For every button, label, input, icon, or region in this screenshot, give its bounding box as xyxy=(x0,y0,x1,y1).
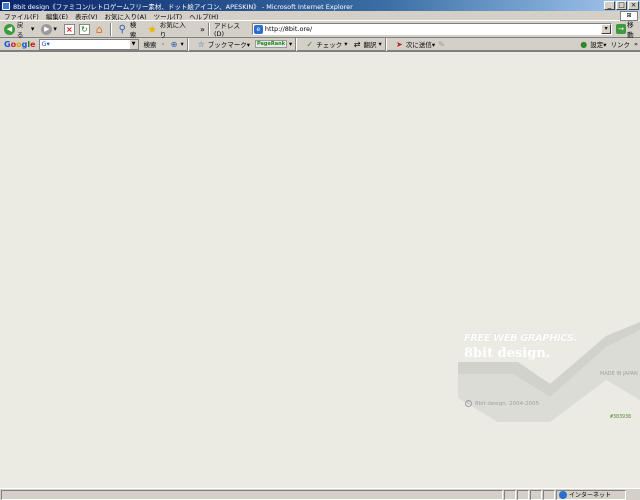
zone-label: インターネット xyxy=(569,492,612,499)
translate-button[interactable]: ⇄ 翻訳 ▾ xyxy=(353,39,382,50)
google-logo[interactable]: Google xyxy=(4,40,36,49)
favorites-label: お気に入り xyxy=(159,21,186,39)
google-options-dropdown-icon[interactable]: ▾ xyxy=(181,40,184,48)
made-in-label: MADE IN JAPAN xyxy=(600,371,638,377)
status-pane xyxy=(517,489,529,500)
translate-label: 翻訳 xyxy=(363,41,377,49)
logo-title[interactable]: 8bit design. xyxy=(464,346,550,361)
go-button[interactable]: → 移動 xyxy=(616,19,640,39)
page-icon: e xyxy=(253,24,263,34)
google-search-placeholder: G▾ xyxy=(41,40,50,48)
google-search-input[interactable]: G▾ ▼ xyxy=(38,38,139,50)
standard-toolbar: ◀ 戻る ▾ ▶ ▾ × ↻ ⌂ ⚲ 検索 ★ お気に入り » アドレス(D) … xyxy=(0,19,640,39)
pencil-icon[interactable]: ✎ xyxy=(437,40,446,49)
google-search-dropdown-icon[interactable]: ▼ xyxy=(129,39,138,49)
address-value[interactable]: http://8bit.ore/ xyxy=(265,25,312,33)
home-button[interactable]: ⌂ xyxy=(92,22,107,36)
toolbar-separator xyxy=(384,37,387,51)
back-arrow-icon: ◀ xyxy=(4,23,15,35)
menu-edit[interactable]: 編集(E) xyxy=(46,11,68,21)
translate-dropdown-icon[interactable]: ▾ xyxy=(379,40,382,48)
search-button[interactable]: ⚲ 検索 xyxy=(115,21,145,39)
title-bar: 8bit design《ファミコン/レトロゲームフリー素材、ドット絵アイコン、A… xyxy=(0,0,640,11)
status-pane xyxy=(504,489,516,500)
copyright-notice: c 8bit design. 2004-2005 xyxy=(465,400,539,407)
address-dropdown-icon[interactable]: ▾ xyxy=(601,24,612,34)
address-label: アドレス(D) xyxy=(213,22,240,38)
search-label: 検索 xyxy=(129,21,137,39)
address-input[interactable]: e http://8bit.ore/ ▾ xyxy=(251,23,613,35)
refresh-icon: ↻ xyxy=(78,23,90,35)
check-label: チェック xyxy=(316,41,343,49)
google-options-icon[interactable]: ⊕ xyxy=(170,40,179,49)
refresh-button[interactable]: ↻ xyxy=(77,22,92,36)
forward-dropdown-icon[interactable]: ▾ xyxy=(53,25,57,33)
internet-globe-icon xyxy=(559,490,567,499)
favorites-button[interactable]: ★ お気に入り xyxy=(145,21,194,39)
google-toolbar: Google G▾ ▼ 検索 · ⊕ ▾ ☆ ブックマーク▾ PageRank … xyxy=(0,37,640,51)
translate-icon: ⇄ xyxy=(353,39,361,49)
back-button[interactable]: ◀ 戻る ▾ xyxy=(2,21,39,39)
logo-tagline: FREE WEB GRAPHICS. xyxy=(464,333,577,344)
menu-bar: ファイル(F) 編集(E) 表示(V) お気に入り(A) ツール(T) ヘルプ(… xyxy=(0,11,640,21)
forward-button[interactable]: ▶ ▾ xyxy=(39,22,62,36)
toolbar-separator xyxy=(295,37,298,51)
window-controls: _ □ × xyxy=(604,1,639,10)
stop-button[interactable]: × xyxy=(62,22,77,36)
send-to-button[interactable]: ➤ 次に送信▾ ✎ xyxy=(395,39,446,50)
back-label: 戻る xyxy=(16,21,24,39)
close-button[interactable]: × xyxy=(628,1,639,10)
pagerank-indicator[interactable]: PageRank ▾ xyxy=(255,40,292,48)
pagerank-label: PageRank xyxy=(255,40,288,48)
toolbar-separator xyxy=(186,37,189,51)
copyright-text: 8bit design. 2004-2005 xyxy=(475,400,540,407)
back-dropdown-icon[interactable]: ▾ xyxy=(31,25,35,33)
favorites-star-icon: ★ xyxy=(147,22,158,36)
bookmarks-button[interactable]: ☆ ブックマーク▾ xyxy=(197,39,251,50)
copyright-icon: c xyxy=(465,400,472,407)
stop-icon: × xyxy=(63,23,75,35)
menu-help[interactable]: ヘルプ(H) xyxy=(189,11,218,21)
spellcheck-icon: ✓ xyxy=(306,39,314,49)
bookmark-star-icon: ☆ xyxy=(197,39,205,49)
toolbar-separator xyxy=(207,22,210,36)
check-dropdown-icon[interactable]: ▾ xyxy=(344,40,347,48)
settings-button[interactable]: ● 設定▾ xyxy=(579,39,607,50)
google-search-chevron-icon: · xyxy=(161,39,165,49)
color-code-label: #383938 xyxy=(610,414,632,420)
send-label: 次に送信▾ xyxy=(405,41,436,49)
google-search-label: 検索 xyxy=(143,41,157,49)
links-chevron[interactable]: » xyxy=(634,40,638,48)
google-search-button[interactable]: 検索 · ⊕ ▾ xyxy=(143,39,184,50)
settings-icon: ● xyxy=(580,39,588,49)
go-arrow-icon: → xyxy=(616,24,627,34)
bookmarks-label: ブックマーク▾ xyxy=(207,41,251,49)
toolbar-separator xyxy=(109,22,112,36)
status-pane xyxy=(530,489,542,500)
status-pane xyxy=(543,489,555,500)
toolbar-more-chevron[interactable]: » xyxy=(200,25,205,34)
forward-arrow-icon: ▶ xyxy=(41,23,53,35)
window-title: 8bit design《ファミコン/レトロゲームフリー素材、ドット絵アイコン、A… xyxy=(13,2,353,11)
status-bar: インターネット xyxy=(0,488,640,500)
ie-icon xyxy=(2,1,10,10)
search-icon: ⚲ xyxy=(118,23,126,35)
status-text-pane xyxy=(1,489,503,500)
menu-view[interactable]: 表示(V) xyxy=(75,11,98,21)
google-toolbar-right: ● 設定▾ リンク » xyxy=(579,39,638,50)
page-content xyxy=(0,51,640,488)
minimize-button[interactable]: _ xyxy=(604,1,615,10)
go-label: 移動 xyxy=(627,21,634,39)
spellcheck-button[interactable]: ✓ チェック ▾ xyxy=(305,39,347,50)
links-label[interactable]: リンク xyxy=(611,39,631,49)
security-zone-pane[interactable]: インターネット xyxy=(556,489,626,500)
settings-label: 設定▾ xyxy=(590,41,607,49)
pagerank-dropdown-icon[interactable]: ▾ xyxy=(289,40,292,48)
home-icon: ⌂ xyxy=(95,22,103,36)
maximize-button[interactable]: □ xyxy=(616,1,627,10)
send-icon: ➤ xyxy=(395,39,403,49)
